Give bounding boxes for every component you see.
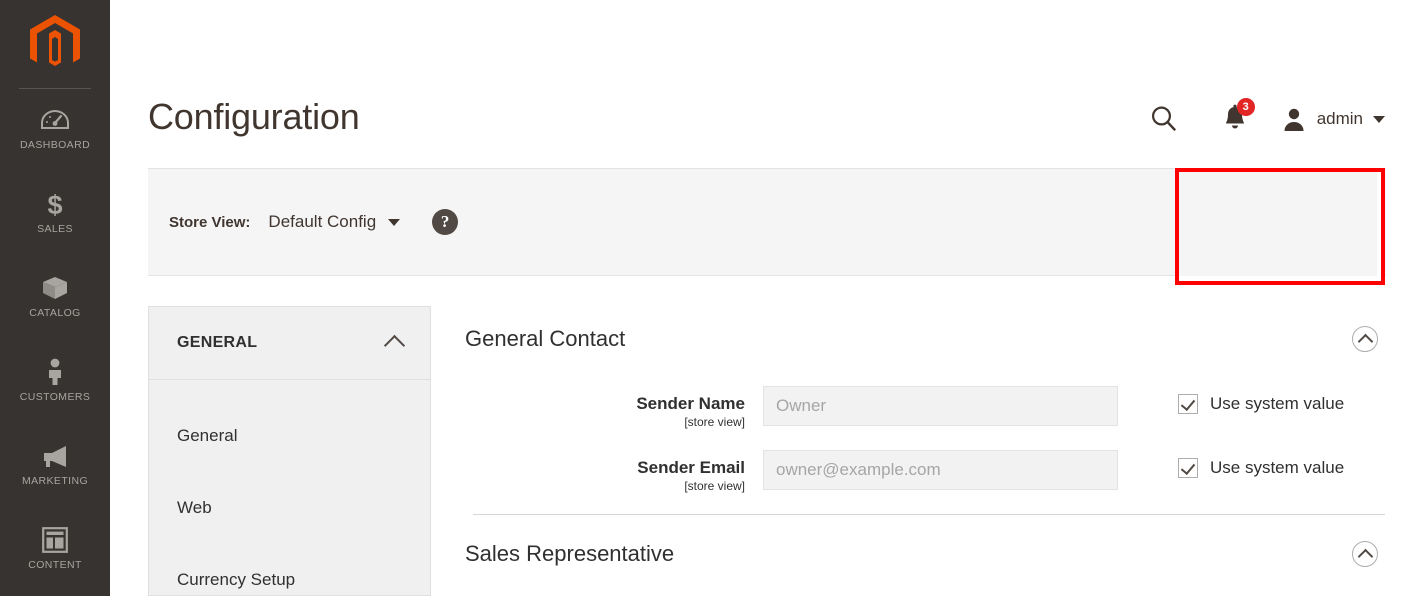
sidebar-item-label: MARKETING xyxy=(21,475,89,487)
checkbox-icon[interactable] xyxy=(1178,458,1198,478)
user-menu-button[interactable]: admin xyxy=(1281,95,1385,143)
notifications-button[interactable]: 3 xyxy=(1207,95,1263,143)
checkbox-label: Use system value xyxy=(1210,394,1345,413)
chevron-up-circle-icon[interactable] xyxy=(1352,326,1378,352)
store-view-switcher[interactable]: Default Config xyxy=(268,212,401,232)
fieldset-header-sales-representative[interactable]: Sales Representative xyxy=(465,521,1386,587)
config-nav-item-currency-setup[interactable]: Currency Setup xyxy=(149,544,430,595)
config-section-title: GENERAL xyxy=(177,334,258,351)
sidebar-item-label: CATALOG xyxy=(29,307,81,319)
search-icon xyxy=(1151,106,1176,131)
main-content-area: Configuration 3 admin Store View: Defaul… xyxy=(110,0,1410,596)
field-scope-text: [store view] xyxy=(684,415,745,429)
sidebar-item-reports[interactable] xyxy=(0,591,110,596)
notification-count-badge: 3 xyxy=(1236,98,1255,116)
store-view-bar: Store View: Default Config ? Save Config xyxy=(148,168,1386,276)
box-icon xyxy=(41,275,69,301)
config-section-general[interactable]: GENERAL xyxy=(149,307,430,380)
sidebar-item-label: SALES xyxy=(37,223,73,235)
store-view-controls: Store View: Default Config ? xyxy=(169,169,459,275)
chevron-up-circle-icon[interactable] xyxy=(1352,541,1378,567)
save-config-button[interactable]: Save Config xyxy=(1195,198,1363,246)
field-label-sender-email: Sender Email [store view] xyxy=(465,450,763,494)
field-label-sender-name: Sender Name [store view] xyxy=(465,386,763,430)
sidebar-item-catalog[interactable]: CATALOG xyxy=(0,255,110,339)
question-mark-icon[interactable]: ? xyxy=(432,209,459,235)
sidebar-item-label: CUSTOMERS xyxy=(19,391,91,403)
sidebar-item-customers[interactable]: CUSTOMERS xyxy=(0,339,110,423)
fieldset-title: Sales Representative xyxy=(465,541,675,566)
user-avatar-icon xyxy=(1284,108,1304,131)
checkbox-icon[interactable] xyxy=(1178,394,1198,414)
chevron-down-icon xyxy=(388,218,401,226)
user-name: admin xyxy=(1316,109,1363,128)
field-scope-text: [store view] xyxy=(684,479,745,493)
fieldset-title: General Contact xyxy=(465,326,626,351)
store-view-label: Store View: xyxy=(169,213,251,231)
layout-icon xyxy=(42,527,68,553)
checkbox-label: Use system value xyxy=(1210,458,1345,477)
header-actions: 3 admin xyxy=(1139,95,1385,143)
page-header: Configuration 3 admin xyxy=(110,0,1410,168)
sidebar-item-label: DASHBOARD xyxy=(19,139,91,151)
sender-name-use-system-value[interactable]: Use system value xyxy=(1178,386,1344,414)
magento-logo-icon xyxy=(30,15,80,66)
section-divider xyxy=(473,514,1385,515)
megaphone-icon xyxy=(40,443,70,469)
chevron-up-icon xyxy=(383,334,406,357)
configuration-content-panel: General Contact Sender Name [store view]… xyxy=(465,306,1386,596)
field-label-text: Sender Name xyxy=(636,394,745,413)
field-label-text: Sender Email xyxy=(637,458,745,477)
person-icon xyxy=(45,358,65,385)
field-row-sender-name: Sender Name [store view] Use system valu… xyxy=(465,386,1386,430)
svg-text:$: $ xyxy=(47,190,62,218)
magento-logo[interactable] xyxy=(0,0,110,88)
dollar-sign-icon: $ xyxy=(45,190,65,218)
sender-name-input[interactable] xyxy=(763,386,1118,426)
sender-email-use-system-value[interactable]: Use system value xyxy=(1178,450,1344,478)
admin-sidebar: DASHBOARD $ SALES CATALOG CUSTOMERS MARK… xyxy=(0,0,110,596)
sidebar-item-label: CONTENT xyxy=(28,559,82,571)
config-nav-item-web[interactable]: Web xyxy=(149,472,430,544)
sidebar-item-sales[interactable]: $ SALES xyxy=(0,171,110,255)
sidebar-item-content[interactable]: CONTENT xyxy=(0,507,110,591)
sender-email-input[interactable] xyxy=(763,450,1118,490)
page-title: Configuration xyxy=(148,96,360,137)
configuration-nav-panel: GENERAL General Web Currency Setup xyxy=(148,306,431,596)
fieldset-header-general-contact[interactable]: General Contact xyxy=(465,306,1386,372)
config-nav-list: General Web Currency Setup xyxy=(149,380,430,595)
sidebar-item-marketing[interactable]: MARKETING xyxy=(0,423,110,507)
dashboard-gauge-icon xyxy=(41,107,69,133)
chevron-down-icon xyxy=(1373,115,1385,123)
search-button[interactable] xyxy=(1139,95,1189,143)
sidebar-item-dashboard[interactable]: DASHBOARD xyxy=(0,89,110,171)
field-row-sender-email: Sender Email [store view] Use system val… xyxy=(465,450,1386,494)
config-nav-item-general[interactable]: General xyxy=(149,400,430,472)
magento-admin-configuration-page: DASHBOARD $ SALES CATALOG CUSTOMERS MARK… xyxy=(0,0,1410,596)
store-view-selected-value: Default Config xyxy=(268,212,377,231)
